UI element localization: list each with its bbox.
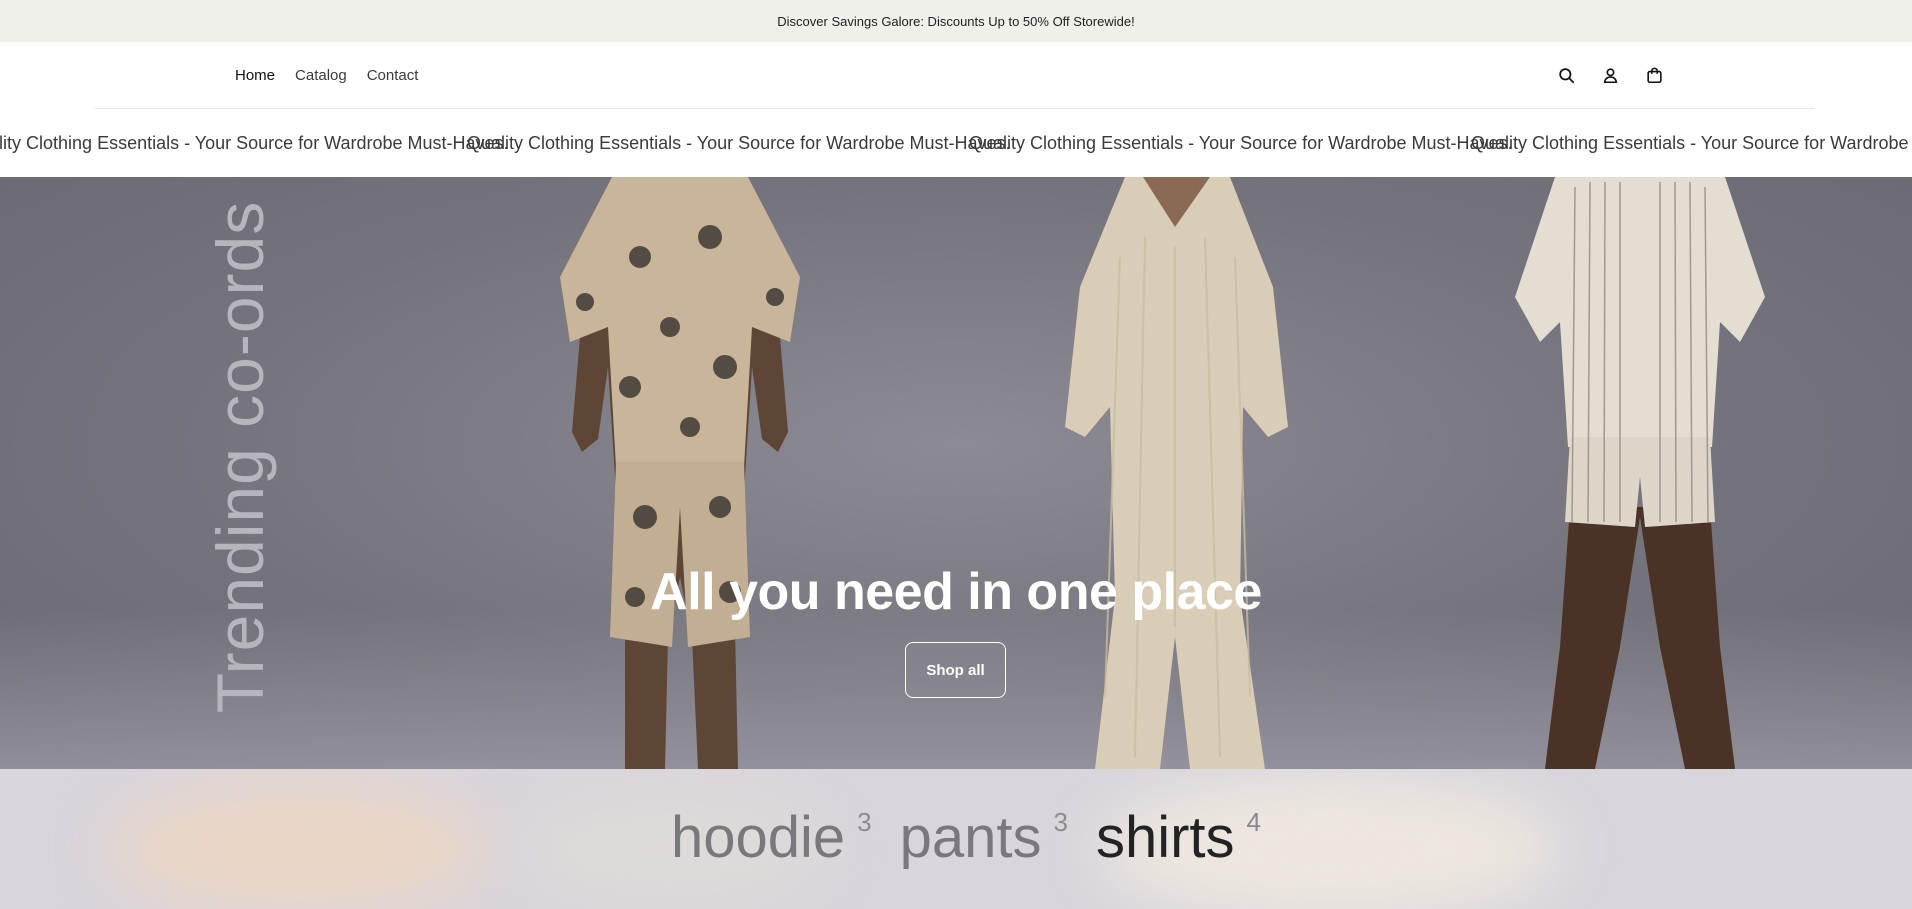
collection-count: 4 [1246,807,1262,837]
collection-list: hoodie 3 pants 3 shirts 4 [0,769,1912,909]
marquee-track: Quality Clothing Essentials - Your Sourc… [0,109,1912,177]
collection-name: hoodie [670,805,846,870]
collection-name: shirts [1095,805,1235,870]
site-header: Home Catalog Contact [0,42,1912,109]
hero-banner: Trending co-ords All you need in one pla… [0,177,1912,769]
collection-item-pants[interactable]: pants 3 [899,805,1068,870]
collection-item-hoodie[interactable]: hoodie 3 [670,805,872,870]
marquee-item: Quality Clothing Essentials - Your Sourc… [969,132,1513,153]
marquee-item: Quality Clothing Essentials - Your Sourc… [1471,132,1912,153]
account-icon[interactable] [1599,65,1621,87]
header-icons [1555,42,1665,109]
model-striped-image [1515,177,1765,769]
shop-all-button[interactable]: Shop all [905,642,1006,698]
cart-icon[interactable] [1643,65,1665,87]
nav-item-contact[interactable]: Contact [367,67,419,84]
marquee: Quality Clothing Essentials - Your Sourc… [0,109,1912,177]
search-icon[interactable] [1555,65,1577,87]
hero-title: All you need in one place [650,563,1262,621]
collection-item-shirts[interactable]: shirts 4 [1095,805,1262,870]
model-pinstripe-image [1065,177,1288,769]
nav-item-home[interactable]: Home [235,67,275,84]
announcement-bar: Discover Savings Galore: Discounts Up to… [0,0,1912,42]
collection-count: 3 [1053,807,1068,837]
hero-side-label: Trending co-ords [203,200,277,714]
collection-count: 3 [857,807,872,837]
nav-item-catalog[interactable]: Catalog [295,67,347,84]
main-nav: Home Catalog Contact [235,42,418,109]
hero-side-text: Trending co-ords [200,201,280,713]
model-floral-image [560,177,800,769]
collections-strip: hoodie 3 pants 3 shirts 4 [0,769,1912,909]
announcement-text: Discover Savings Galore: Discounts Up to… [777,13,1135,29]
collection-name: pants [899,805,1042,870]
marquee-item: Quality Clothing Essentials - Your Sourc… [467,132,1011,153]
marquee-item: Quality Clothing Essentials - Your Sourc… [0,132,509,153]
